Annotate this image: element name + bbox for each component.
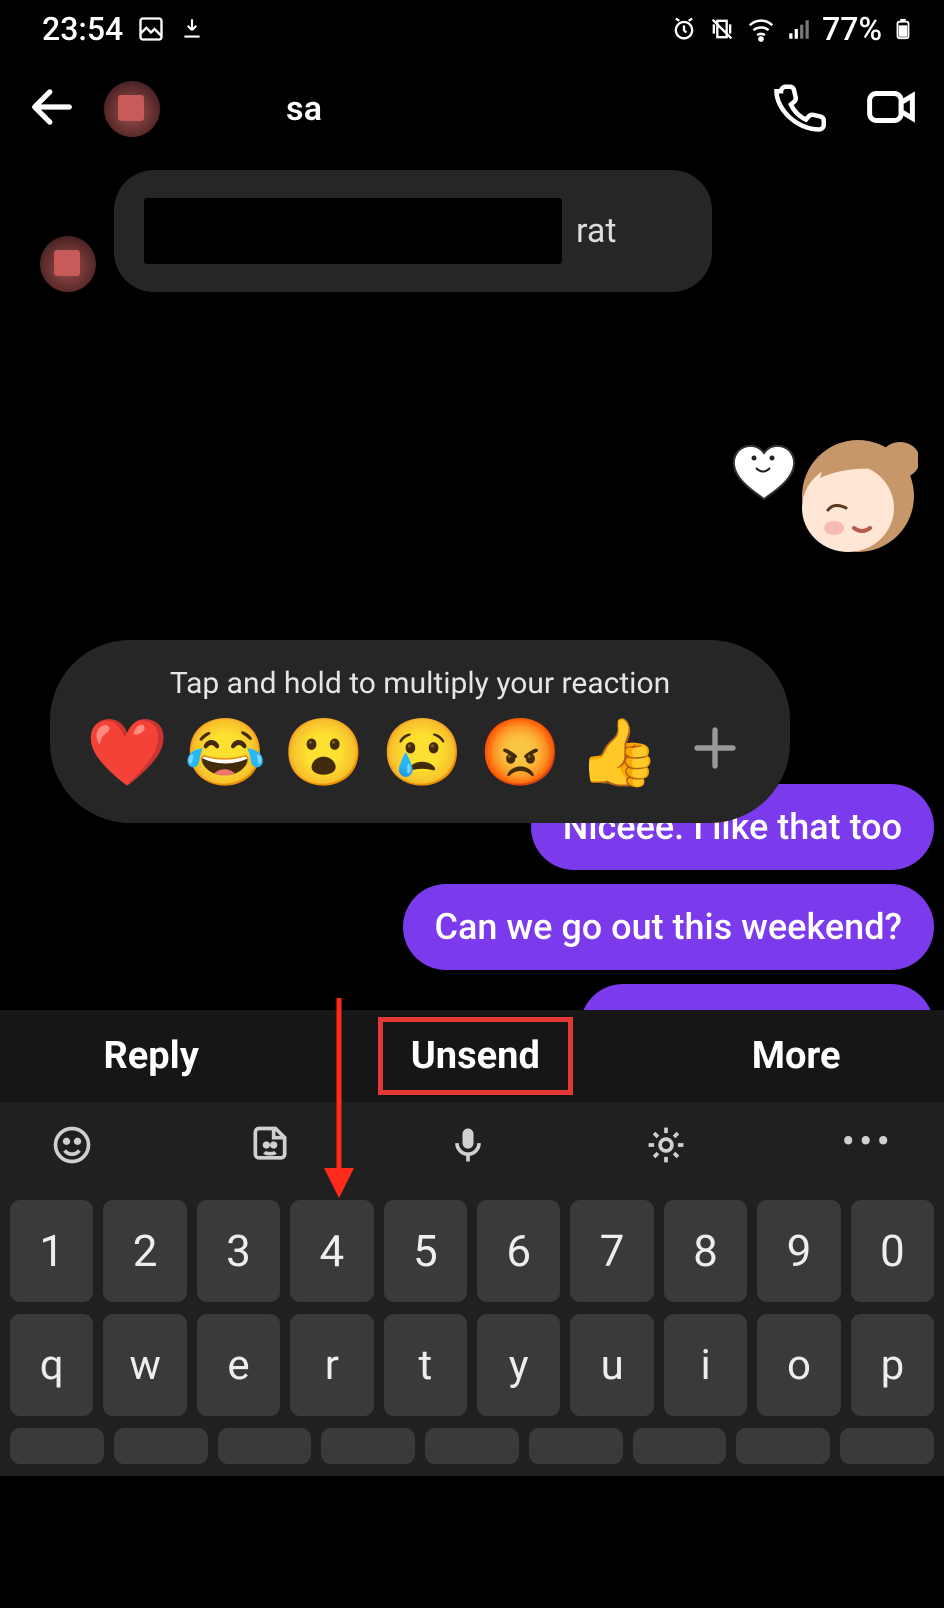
key-partial[interactable] [114,1428,208,1464]
key-partial[interactable] [840,1428,934,1464]
reply-button[interactable]: Reply [75,1022,226,1090]
key-u[interactable]: u [570,1314,653,1416]
reaction-add[interactable] [676,715,754,793]
key-1[interactable]: 1 [10,1200,93,1302]
key-o[interactable]: o [757,1314,840,1416]
video-call-button[interactable] [864,80,918,138]
more-button[interactable]: More [724,1022,869,1090]
reaction-wow[interactable]: 😮 [283,715,361,793]
message-action-bar: Reply Unsend More [0,1010,944,1102]
key-p[interactable]: p [851,1314,934,1416]
key-partial[interactable] [736,1428,830,1464]
key-partial[interactable] [633,1428,727,1464]
key-q[interactable]: q [10,1314,93,1416]
key-6[interactable]: 6 [477,1200,560,1302]
sticker-image [728,418,918,558]
key-partial[interactable] [529,1428,623,1464]
key-r[interactable]: r [290,1314,373,1416]
key-5[interactable]: 5 [384,1200,467,1302]
reaction-popup: Tap and hold to multiply your reaction ❤… [50,640,790,823]
key-2[interactable]: 2 [103,1200,186,1302]
incoming-message-row: rat [40,170,924,292]
key-0[interactable]: 0 [851,1200,934,1302]
unsend-button[interactable]: Unsend [378,1017,573,1095]
key-w[interactable]: w [103,1314,186,1416]
signal-icon [786,16,812,42]
gear-icon[interactable] [644,1123,688,1171]
key-i[interactable]: i [664,1314,747,1416]
key-4[interactable]: 4 [290,1200,373,1302]
reaction-heart[interactable]: ❤️ [86,715,164,793]
key-partial[interactable] [218,1428,312,1464]
key-partial[interactable] [321,1428,415,1464]
key-y[interactable]: y [477,1314,560,1416]
wifi-icon [746,14,776,44]
mic-icon[interactable] [446,1123,490,1171]
alarm-icon [670,15,698,43]
key-9[interactable]: 9 [757,1200,840,1302]
battery-percent: 77% [822,10,882,48]
reaction-hint: Tap and hold to multiply your reaction [80,660,760,715]
chat-area: rat Tap and hold to multiply your reacti… [0,170,944,292]
incoming-text-tail: rat [576,211,616,251]
key-partial[interactable] [10,1428,104,1464]
back-button[interactable] [26,81,78,137]
incoming-avatar[interactable] [40,236,96,292]
keyboard-row-2: q w e r t y u i o p [10,1314,934,1416]
redacted-text [144,198,562,264]
key-3[interactable]: 3 [197,1200,280,1302]
emoji-icon[interactable] [50,1123,94,1171]
annotation-arrow [314,998,364,1198]
reaction-sad[interactable]: 😢 [381,715,459,793]
reaction-angry[interactable]: 😡 [479,715,557,793]
keyboard-row-3 [10,1428,934,1464]
reaction-thumbs[interactable]: 👍 [578,715,656,793]
chat-header: sa [0,56,944,162]
status-bar: 23:54 77% [0,0,944,56]
keyboard: ••• 1 2 3 4 5 6 7 8 9 0 q w e r t y u i … [0,1102,944,1476]
key-e[interactable]: e [197,1314,280,1416]
key-7[interactable]: 7 [570,1200,653,1302]
keyboard-row-1: 1 2 3 4 5 6 7 8 9 0 [10,1200,934,1302]
keyboard-toolbar: ••• [0,1102,944,1192]
battery-icon [892,13,914,45]
contact-avatar[interactable] [104,81,160,137]
audio-call-button[interactable] [772,80,826,138]
gallery-icon [137,15,165,43]
vibrate-icon [708,15,736,43]
sticker-icon[interactable] [248,1123,292,1171]
incoming-bubble[interactable]: rat [114,170,712,292]
download-icon [179,16,205,42]
outgoing-bubble-2[interactable]: Can we go out this weekend? [403,884,934,970]
reaction-laugh[interactable]: 😂 [184,715,262,793]
key-8[interactable]: 8 [664,1200,747,1302]
key-partial[interactable] [425,1428,519,1464]
status-time: 23:54 [42,10,123,48]
keyboard-more-icon[interactable]: ••• [842,1118,895,1165]
key-t[interactable]: t [384,1314,467,1416]
contact-name[interactable]: sa [186,89,746,129]
